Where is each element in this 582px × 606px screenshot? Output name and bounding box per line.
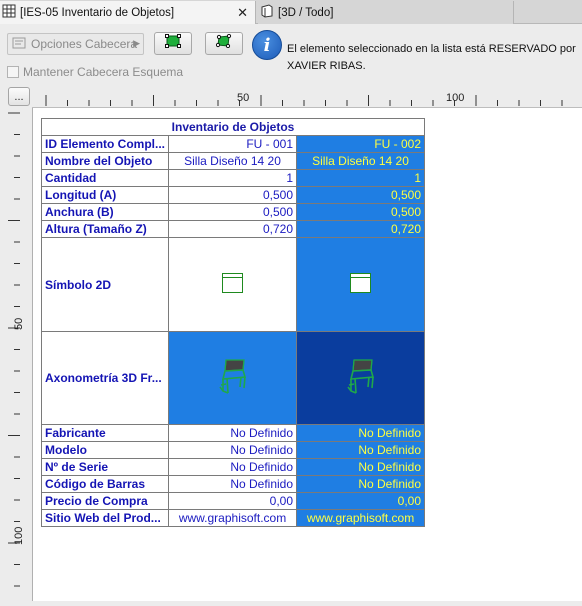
row-label: Sitio Web del Prod... xyxy=(40,509,170,527)
row-label: ID Elemento Compl... xyxy=(40,135,170,153)
schedule-title-row: Inventario de Objetos xyxy=(40,118,426,136)
cell-value-selected[interactable]: www.graphisoft.com xyxy=(296,509,426,527)
cell-value-selected[interactable]: 0,00 xyxy=(296,492,426,510)
chair-3d-icon xyxy=(217,358,249,400)
axonometry-cell[interactable] xyxy=(168,331,298,425)
table-row[interactable]: ID Elemento Compl... FU - 001 FU - 002 xyxy=(40,135,426,153)
tab-label: [IES-05 Inventario de Objetos] xyxy=(20,6,175,19)
symbol-2d-cell[interactable] xyxy=(168,237,298,332)
cell-value-selected[interactable]: No Definido xyxy=(296,475,426,493)
cell-value-selected[interactable]: 0,500 xyxy=(296,203,426,221)
row-label: Axonometría 3D Fr... xyxy=(40,331,170,425)
close-icon[interactable]: ✕ xyxy=(237,5,248,21)
row-label: Longitud (A) xyxy=(40,186,170,204)
select-frame-button[interactable] xyxy=(154,32,192,55)
more-button[interactable]: ... xyxy=(8,87,30,106)
table-row[interactable]: Fabricante No Definido No Definido xyxy=(40,424,426,442)
row-label: Modelo xyxy=(40,441,170,459)
table-row[interactable]: Nº de Serie No Definido No Definido xyxy=(40,458,426,476)
cell-value[interactable]: 0,500 xyxy=(168,203,298,221)
ruler-label-50: 50 xyxy=(237,92,249,104)
cell-value[interactable]: No Definido xyxy=(168,475,298,493)
schedule-title: Inventario de Objetos xyxy=(40,118,426,136)
settings-icon xyxy=(12,37,26,52)
table-row[interactable]: Altura (Tamaño Z) 0,720 0,720 xyxy=(40,220,426,238)
cell-value-selected[interactable]: FU - 002 xyxy=(296,135,426,153)
row-label: Nombre del Objeto xyxy=(40,152,170,170)
chair-symbol-icon xyxy=(350,273,372,293)
table-row[interactable]: Axonometría 3D Fr... xyxy=(40,331,426,425)
cell-value[interactable]: 1 xyxy=(168,169,298,187)
cell-value[interactable]: FU - 001 xyxy=(168,135,298,153)
schedule-table: Inventario de Objetos ID Elemento Compl.… xyxy=(40,118,426,527)
cell-value-selected[interactable]: Silla Diseño 14 20 xyxy=(296,152,426,170)
cell-value[interactable]: No Definido xyxy=(168,441,298,459)
table-row[interactable]: Longitud (A) 0,500 0,500 xyxy=(40,186,426,204)
cell-value-selected[interactable]: 1 xyxy=(296,169,426,187)
ruler-label-50-v: 50 xyxy=(13,318,25,330)
cell-value[interactable]: No Definido xyxy=(168,424,298,442)
horizontal-ruler: 50 100 xyxy=(32,86,582,108)
row-label: Altura (Tamaño Z) xyxy=(40,220,170,238)
vertical-ruler: 50 100 xyxy=(0,108,32,601)
3d-view-icon xyxy=(260,4,274,21)
ruler-label-100-v: 100 xyxy=(13,527,25,545)
header-options-label: Opciones Cabecera xyxy=(31,37,138,51)
table-row[interactable]: Nombre del Objeto Silla Diseño 14 20 Sil… xyxy=(40,152,426,170)
table-row[interactable]: Precio de Compra 0,00 0,00 xyxy=(40,492,426,510)
chevron-right-icon: ▶ xyxy=(133,38,140,48)
table-row[interactable]: Anchura (B) 0,500 0,500 xyxy=(40,203,426,221)
select-elements-button[interactable] xyxy=(205,32,243,55)
keep-header-label: Mantener Cabecera Esquema xyxy=(23,65,184,79)
tab-bar: [IES-05 Inventario de Objetos] ✕ [3D / T… xyxy=(0,0,582,24)
cell-value[interactable]: www.graphisoft.com xyxy=(168,509,298,527)
table-row[interactable]: Cantidad 1 1 xyxy=(40,169,426,187)
horizontal-ruler-ticks: 50 100 xyxy=(45,92,563,106)
row-label: Código de Barras xyxy=(40,475,170,493)
cell-value-selected[interactable]: 0,500 xyxy=(296,186,426,204)
row-label: Símbolo 2D xyxy=(40,237,170,332)
table-row[interactable]: Modelo No Definido No Definido xyxy=(40,441,426,459)
cell-value[interactable]: 0,500 xyxy=(168,186,298,204)
select-frame-icon xyxy=(165,34,181,53)
cell-value[interactable]: Silla Diseño 14 20 xyxy=(168,152,298,170)
table-row[interactable]: Sitio Web del Prod... www.graphisoft.com… xyxy=(40,509,426,527)
vertical-ruler-ticks: 50 100 xyxy=(8,112,25,587)
table-icon xyxy=(2,4,16,21)
cell-value[interactable]: 0,00 xyxy=(168,492,298,510)
select-elements-icon xyxy=(215,33,232,53)
tab-inventario[interactable]: [IES-05 Inventario de Objetos] ✕ xyxy=(0,1,256,24)
cell-value-selected[interactable]: No Definido xyxy=(296,424,426,442)
toolbar: Opciones Cabecera ▶ i El elemento selecc… xyxy=(0,25,582,83)
cell-value-selected[interactable]: No Definido xyxy=(296,441,426,459)
tab-3d-view[interactable]: [3D / Todo] xyxy=(258,1,514,24)
checkbox-icon[interactable] xyxy=(7,66,19,78)
keep-header-checkbox[interactable]: Mantener Cabecera Esquema xyxy=(7,65,183,79)
row-label: Fabricante xyxy=(40,424,170,442)
info-icon: i xyxy=(252,30,282,60)
row-label: Nº de Serie xyxy=(40,458,170,476)
tab-label: [3D / Todo] xyxy=(278,6,334,19)
chair-3d-icon xyxy=(345,358,377,400)
header-options-button[interactable]: Opciones Cabecera ▶ xyxy=(7,33,144,55)
cell-value[interactable]: 0,720 xyxy=(168,220,298,238)
row-label: Precio de Compra xyxy=(40,492,170,510)
row-label: Cantidad xyxy=(40,169,170,187)
table-row[interactable]: Símbolo 2D xyxy=(40,237,426,332)
cell-value[interactable]: No Definido xyxy=(168,458,298,476)
symbol-2d-cell-selected[interactable] xyxy=(296,237,426,332)
chair-symbol-icon xyxy=(222,273,244,293)
table-row[interactable]: Código de Barras No Definido No Definido xyxy=(40,475,426,493)
cell-value-selected[interactable]: No Definido xyxy=(296,458,426,476)
cell-value-selected[interactable]: 0,720 xyxy=(296,220,426,238)
ruler-label-100: 100 xyxy=(446,92,464,104)
reserved-message: El elemento seleccionado en la lista est… xyxy=(287,43,576,72)
row-label: Anchura (B) xyxy=(40,203,170,221)
axonometry-cell-selected[interactable] xyxy=(296,331,426,425)
